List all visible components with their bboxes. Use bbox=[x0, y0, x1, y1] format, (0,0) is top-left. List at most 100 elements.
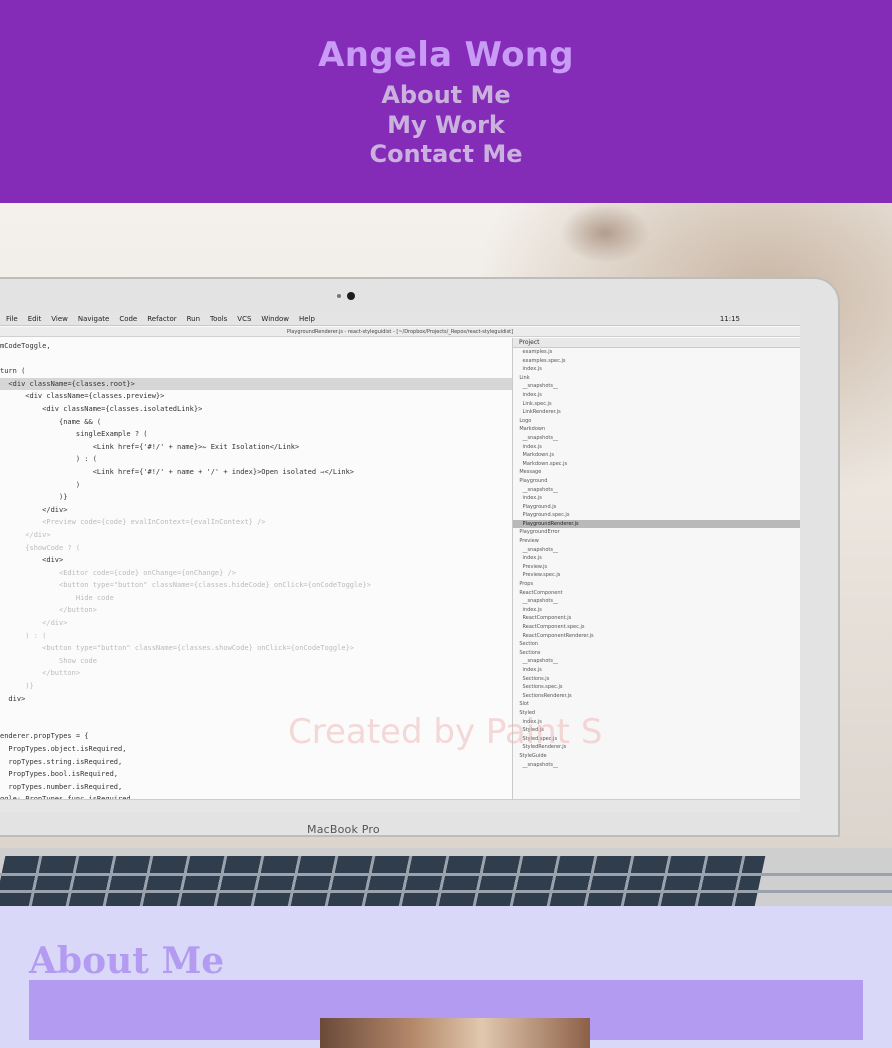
code-line: <div className={classes.isolatedLink}> bbox=[0, 404, 203, 413]
nav-link-contact-me[interactable]: Contact Me bbox=[369, 140, 522, 170]
ide-menu-item: Tools bbox=[210, 314, 228, 323]
site-header: Angela Wong About Me My Work Contact Me bbox=[0, 0, 892, 203]
code-line: <div className={classes.root}> bbox=[0, 377, 512, 391]
project-tree-row: Sections.spec.js bbox=[513, 684, 563, 691]
project-tree-row: ReactComponent bbox=[513, 589, 563, 596]
code-line: mCodeToggle, bbox=[0, 342, 51, 350]
profile-photo bbox=[320, 1018, 590, 1048]
code-line: Show code bbox=[0, 656, 97, 665]
ide-statusbar bbox=[0, 799, 800, 812]
laptop-brand-label: MacBook Pro bbox=[307, 823, 380, 836]
project-tree-row: PlaygroundError bbox=[513, 529, 560, 536]
project-tree-row: Link bbox=[513, 374, 530, 381]
project-tree-row: index.js bbox=[513, 666, 542, 673]
project-tree-row: __snapshots__ bbox=[513, 761, 558, 768]
key-row-divider bbox=[0, 873, 892, 876]
project-tree-row: __snapshots__ bbox=[513, 658, 558, 665]
project-tree-row: Markdown bbox=[513, 426, 546, 433]
project-tree-row: Sections.js bbox=[513, 675, 550, 682]
ide-menu-item: File bbox=[6, 314, 18, 323]
project-tree-row: Markdown.js bbox=[513, 452, 554, 459]
project-tree-row: index.js bbox=[513, 443, 542, 450]
laptop-sensor bbox=[337, 294, 341, 298]
project-tree-row: Message bbox=[513, 469, 542, 476]
project-tree-row: Playground.spec.js bbox=[513, 512, 570, 519]
project-tree-row: Slot bbox=[513, 701, 529, 708]
about-card bbox=[29, 980, 863, 1048]
project-tree-row: Logo bbox=[513, 417, 532, 424]
code-line: <Link href={'#!/' + name + '/' + index}>… bbox=[0, 467, 355, 476]
project-tree-row: ReactComponentRenderer.js bbox=[513, 632, 594, 639]
code-line: ropTypes.number.isRequired, bbox=[0, 782, 123, 791]
code-line: <Link href={'#!/' + name}>⇽ Exit Isolati… bbox=[0, 442, 300, 451]
project-tree-row: Playground bbox=[513, 477, 548, 484]
project-tree-row: Preview.spec.js bbox=[513, 572, 561, 579]
ide-menu-item: Window bbox=[261, 314, 290, 323]
main-nav: About Me My Work Contact Me bbox=[369, 81, 522, 170]
code-line: <Preview code={code} evalInContext={eval… bbox=[0, 518, 266, 527]
watermark: Created by Paint S bbox=[288, 712, 603, 752]
project-tree-row: LinkRenderer.js bbox=[513, 409, 561, 416]
hero-image: File Edit View Navigate Code Refactor Run Tools… bbox=[0, 203, 892, 906]
project-tree-row: PlaygroundRenderer.js bbox=[513, 519, 800, 529]
laptop-keys bbox=[0, 856, 766, 906]
code-line: <div> bbox=[0, 556, 64, 565]
project-tree-row: index.js bbox=[513, 555, 542, 562]
project-tree-row: SectionsRenderer.js bbox=[513, 692, 572, 699]
about-heading: About Me bbox=[29, 940, 225, 982]
code-line: <button type="button" className={classes… bbox=[0, 644, 355, 653]
site-title: Angela Wong bbox=[318, 35, 574, 75]
code-line: )} bbox=[0, 682, 34, 691]
project-tree: examples.js examples.spec.js index.js Li… bbox=[513, 348, 800, 769]
project-tree-row: __snapshots__ bbox=[513, 383, 558, 390]
project-tree-row: __snapshots__ bbox=[513, 486, 558, 493]
project-tree-row: Props bbox=[513, 581, 534, 588]
code-line: {name && ( bbox=[0, 417, 102, 426]
project-tree-row: ReactComponent.spec.js bbox=[513, 624, 585, 630]
project-tree-row: Sections bbox=[513, 649, 541, 656]
code-line: </button> bbox=[0, 669, 81, 678]
code-line: <Editor code={code} onChange={onChange} … bbox=[0, 568, 237, 577]
ide-menubar: File Edit View Navigate Code Refactor Run Tools… bbox=[0, 312, 800, 326]
project-tree-row: Link.spec.js bbox=[513, 400, 552, 407]
code-line: {showCode ? ( bbox=[0, 543, 81, 552]
ide-menu-item: Edit bbox=[27, 314, 42, 323]
project-tree-row: __snapshots__ bbox=[513, 434, 558, 441]
about-section: About Me bbox=[0, 906, 892, 1048]
project-tree-row: Playground.js bbox=[513, 503, 557, 510]
laptop-camera bbox=[347, 292, 355, 300]
code-line: ) : ( bbox=[0, 455, 97, 464]
project-tree-row: Preview.js bbox=[513, 563, 548, 570]
code-line: </div> bbox=[0, 505, 68, 514]
project-panel-header: Project bbox=[513, 338, 800, 348]
ide-menu-item: Code bbox=[119, 314, 138, 323]
code-line: </div> bbox=[0, 619, 68, 628]
project-tree-row: __snapshots__ bbox=[513, 598, 558, 605]
key-row-divider bbox=[0, 890, 892, 893]
project-tree-row: ReactComponent.js bbox=[513, 615, 572, 622]
nav-link-my-work[interactable]: My Work bbox=[387, 111, 505, 141]
project-tree-row: __snapshots__ bbox=[513, 546, 558, 553]
ide-menu-item: Refactor bbox=[147, 314, 177, 323]
project-tree-row: Section bbox=[513, 641, 538, 648]
ide-menu-item: Help bbox=[299, 314, 315, 323]
code-line: </div> bbox=[0, 530, 51, 539]
ide-menu-item: Run bbox=[186, 314, 201, 323]
code-line: <div className={classes.preview}> bbox=[0, 392, 165, 401]
project-tree-row: index.js bbox=[513, 606, 542, 613]
code-line: ) : ( bbox=[0, 631, 47, 640]
project-tree-row: Markdown.spec.js bbox=[513, 460, 568, 467]
code-line: <button type="button" className={classes… bbox=[0, 581, 371, 590]
ide-menu-item: Navigate bbox=[77, 314, 110, 323]
project-tree-row: index.js bbox=[513, 366, 542, 373]
ide-window-title: PlaygroundRenderer.js - react-styleguidi… bbox=[0, 327, 800, 337]
project-tree-row: StyleGuide bbox=[513, 752, 547, 759]
code-line: div> bbox=[0, 694, 26, 703]
code-line: ) bbox=[0, 480, 81, 489]
nav-link-about-me[interactable]: About Me bbox=[381, 81, 510, 111]
code-line: ropTypes.string.isRequired, bbox=[0, 757, 123, 766]
project-tree-row: index.js bbox=[513, 495, 542, 502]
ide-clock: 11:15 bbox=[719, 314, 740, 323]
code-line: singleExample ? ( bbox=[0, 430, 148, 439]
